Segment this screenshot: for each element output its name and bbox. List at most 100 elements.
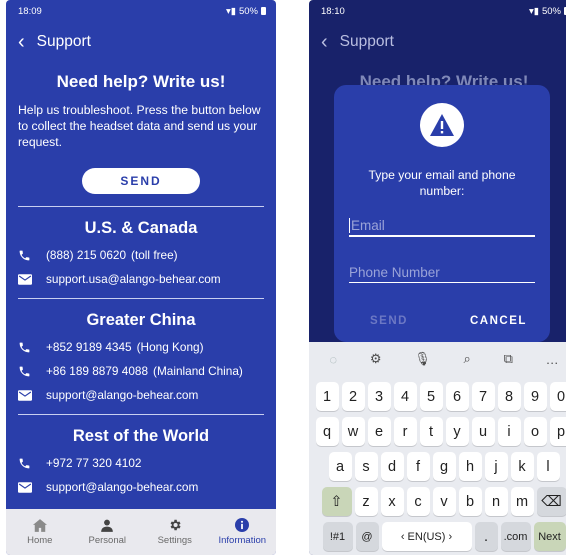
nav-information[interactable]: Information (209, 509, 277, 555)
key[interactable]: y (445, 417, 469, 446)
divider (18, 206, 264, 207)
battery-level: 50% (541, 5, 561, 17)
key[interactable]: a (328, 452, 352, 481)
region-title-china: Greater China (86, 311, 196, 329)
keyboard-row-space: !#1 @ ‹ EN(US) › . .com Next (309, 522, 566, 551)
key[interactable]: 3 (367, 382, 391, 411)
key[interactable]: i (497, 417, 521, 446)
key[interactable]: 4 (393, 382, 417, 411)
key[interactable]: p (549, 417, 566, 446)
home-icon (32, 518, 47, 532)
key[interactable]: q (315, 417, 339, 446)
status-time: 18:10 (321, 5, 345, 17)
help-intro: Help us troubleshoot. Press the button b… (18, 103, 261, 149)
key[interactable]: r (393, 417, 417, 446)
key[interactable]: d (380, 452, 404, 481)
key[interactable]: c (406, 487, 430, 516)
key[interactable]: 2 (341, 382, 365, 411)
region-title-world: Rest of the World (72, 427, 210, 445)
symbols-key[interactable]: !#1 (322, 522, 353, 551)
key[interactable]: 6 (445, 382, 469, 411)
battery-level: 50% (238, 5, 258, 17)
app-bar: ‹ Support (6, 22, 276, 62)
app-bar: ‹ Support (309, 22, 566, 62)
divider (18, 414, 264, 415)
key[interactable]: s (354, 452, 378, 481)
phone-icon (18, 249, 46, 262)
shift-key[interactable]: ⇧ (321, 487, 352, 516)
page-title: Support (36, 33, 91, 50)
dialog-message: Type your email and phone number: (368, 168, 516, 198)
key[interactable]: z (354, 487, 378, 516)
backspace-key[interactable]: ⌫ (536, 487, 566, 516)
settings-icon[interactable]: ⚙ (370, 351, 382, 367)
key[interactable]: v (432, 487, 456, 516)
nav-personal[interactable]: Personal (74, 509, 142, 555)
key[interactable]: l (536, 452, 560, 481)
period-key[interactable]: . (474, 522, 498, 551)
contact-email[interactable]: support@alango-behear.com (18, 480, 264, 494)
key[interactable]: t (419, 417, 443, 446)
emoji-icon[interactable]: ◌ (329, 352, 337, 367)
status-bar: 18:10 ▾▮ 50% (309, 0, 566, 22)
contact-phone[interactable]: (888) 215 0620 (toll free) (18, 248, 264, 262)
key[interactable]: k (510, 452, 534, 481)
key[interactable]: m (510, 487, 534, 516)
next-key[interactable]: Next (533, 522, 566, 551)
support-screen: 18:09 ▾▮ 50% ‹ Support Need help? Write … (6, 0, 276, 555)
contact-email[interactable]: support@alango-behear.com (18, 388, 264, 402)
contact-email[interactable]: support.usa@alango-behear.com (18, 272, 264, 286)
key[interactable]: x (380, 487, 404, 516)
microphone-icon[interactable]: 🎙 (414, 351, 431, 367)
bottom-nav: Home Personal Settings Information (6, 509, 276, 555)
battery-icon (261, 7, 266, 15)
key[interactable]: 8 (497, 382, 521, 411)
key[interactable]: h (458, 452, 482, 481)
nav-settings[interactable]: Settings (141, 509, 209, 555)
translate-icon[interactable]: ⧉ (504, 351, 513, 367)
send-button[interactable]: SEND (82, 168, 200, 194)
phone-number-field[interactable]: Phone Number (349, 259, 535, 283)
key[interactable]: b (458, 487, 482, 516)
key[interactable]: 0 (549, 382, 566, 411)
mail-icon (18, 389, 46, 401)
key[interactable]: 5 (419, 382, 443, 411)
contact-phone[interactable]: +86 189 8879 4088 (Mainland China) (18, 364, 264, 378)
person-icon (101, 519, 114, 532)
search-icon[interactable]: ⌕ (464, 351, 471, 367)
key[interactable]: u (471, 417, 495, 446)
key[interactable]: w (341, 417, 365, 446)
contact-phone[interactable]: +852 9189 4345 (Hong Kong) (18, 340, 264, 354)
info-icon (235, 518, 250, 532)
keyboard-row-numbers: 1 2 3 4 5 6 7 8 9 0 (309, 382, 566, 411)
contact-phone[interactable]: +972 77 320 4102 (18, 456, 264, 470)
support-content: Need help? Write us! Help us troubleshoo… (6, 62, 276, 509)
phone-icon (18, 341, 46, 354)
more-icon[interactable]: … (546, 352, 559, 367)
key[interactable]: f (406, 452, 430, 481)
dialog-send-button[interactable]: SEND (370, 315, 408, 327)
status-bar: 18:09 ▾▮ 50% (6, 0, 276, 22)
key[interactable]: 7 (471, 382, 495, 411)
back-arrow-icon[interactable]: ‹ (321, 32, 328, 52)
keyboard-row-bottom: ⇧ z x c v b n m ⌫ (309, 487, 566, 516)
space-key[interactable]: ‹ EN(US) › (381, 522, 472, 551)
dialog-cancel-button[interactable]: CANCEL (470, 315, 527, 327)
signal-icon: ▾▮ (225, 5, 236, 17)
key[interactable]: o (523, 417, 547, 446)
back-arrow-icon[interactable]: ‹ (18, 32, 25, 52)
key[interactable]: n (484, 487, 508, 516)
email-field[interactable]: Email (349, 213, 535, 237)
key[interactable]: 1 (315, 382, 339, 411)
key[interactable]: 9 (523, 382, 547, 411)
nav-home[interactable]: Home (6, 509, 74, 555)
key[interactable]: e (367, 417, 391, 446)
mail-icon (18, 273, 46, 285)
divider (18, 298, 264, 299)
key[interactable]: j (484, 452, 508, 481)
key[interactable]: g (432, 452, 456, 481)
dotcom-key[interactable]: .com (500, 522, 531, 551)
keyboard-toolbar: ◌ ⚙ 🎙 ⌕ ⧉ … (309, 342, 566, 376)
page-title: Support (339, 33, 394, 50)
at-key[interactable]: @ (355, 522, 379, 551)
